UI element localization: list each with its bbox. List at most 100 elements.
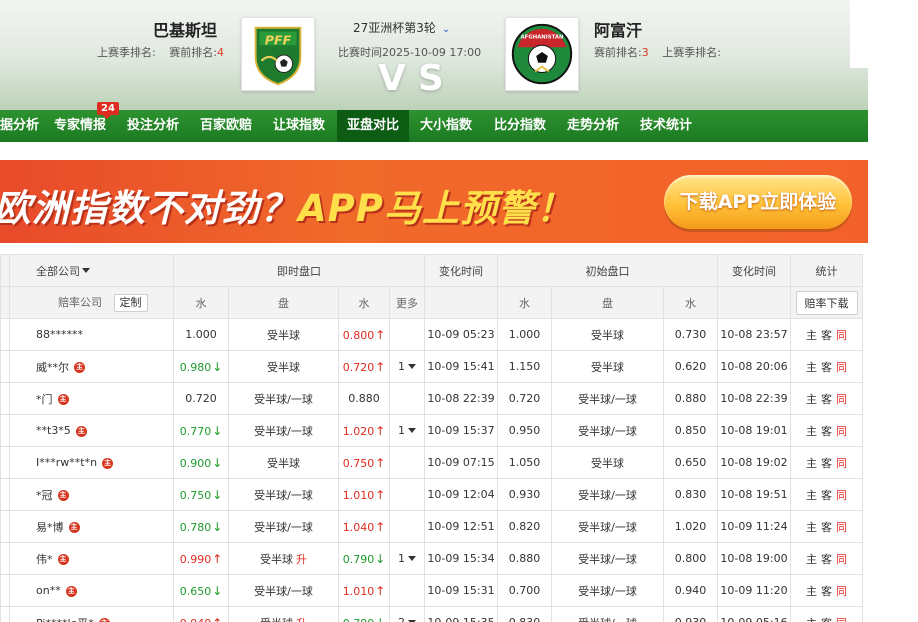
- stats-away-link[interactable]: 客: [821, 617, 832, 622]
- live-water-home[interactable]: 0.980↓: [173, 350, 229, 383]
- stats-away-link[interactable]: 客: [821, 553, 832, 566]
- nav-item-over-under[interactable]: 大小指数: [413, 110, 479, 142]
- live-water-away[interactable]: 1.040↑: [338, 510, 390, 543]
- live-handicap[interactable]: 受半球: [228, 350, 339, 383]
- live-water-away[interactable]: 1.020↑: [338, 414, 390, 447]
- stats-away-link[interactable]: 客: [821, 361, 832, 374]
- away-team-name[interactable]: 阿富汗: [594, 17, 642, 41]
- live-water-away[interactable]: 0.720↑: [338, 350, 390, 383]
- stats-same-link[interactable]: 同: [836, 521, 847, 534]
- stats-home-link[interactable]: 主: [806, 361, 817, 374]
- company-cell[interactable]: 威**尔主: [9, 350, 174, 383]
- stats-same-link[interactable]: 同: [836, 489, 847, 502]
- stats-home-link[interactable]: 主: [806, 329, 817, 342]
- live-water-home[interactable]: 0.940↑: [173, 606, 229, 622]
- more-cell[interactable]: 2: [389, 606, 425, 622]
- company-cell[interactable]: *冠主: [9, 478, 174, 511]
- stats-home-link[interactable]: 主: [806, 585, 817, 598]
- init-water-away: 0.850: [663, 414, 718, 447]
- live-water-away[interactable]: 1.010↑: [338, 478, 390, 511]
- nav-item-trend-analysis[interactable]: 走势分析: [560, 110, 626, 142]
- company-cell[interactable]: on** 主: [9, 574, 174, 607]
- live-water-away[interactable]: 0.790↓: [338, 542, 390, 575]
- company-cell[interactable]: 88******: [9, 318, 174, 351]
- live-handicap[interactable]: 受半球/一球: [228, 510, 339, 543]
- live-handicap[interactable]: 受半球升: [228, 606, 339, 622]
- company-cell[interactable]: *门主: [9, 382, 174, 415]
- stats-away-link[interactable]: 客: [821, 329, 832, 342]
- stats-same-link[interactable]: 同: [836, 393, 847, 406]
- live-handicap[interactable]: 受半球/一球: [228, 478, 339, 511]
- live-handicap[interactable]: 受半球/一球: [228, 382, 339, 415]
- nav-item-handicap-index[interactable]: 让球指数: [266, 110, 332, 142]
- live-handicap[interactable]: 受半球: [228, 318, 339, 351]
- more-cell[interactable]: 1: [389, 542, 425, 575]
- nav-item-tech-stats[interactable]: 技术统计: [633, 110, 699, 142]
- stats-same-link[interactable]: 同: [836, 425, 847, 438]
- odds-download-button[interactable]: 赔率下载: [795, 290, 858, 315]
- live-water-home[interactable]: 0.990↑: [173, 542, 229, 575]
- more-dropdown[interactable]: 1: [398, 552, 416, 565]
- live-water-away[interactable]: 1.010↑: [338, 574, 390, 607]
- nav-item-score-index[interactable]: 比分指数: [487, 110, 553, 142]
- live-water-away[interactable]: 0.750↑: [338, 446, 390, 479]
- more-dropdown[interactable]: 2: [398, 616, 416, 622]
- app-promo-banner[interactable]: 欧洲指数不对劲？APP马上预警！ 下载APP立即体验: [0, 160, 868, 243]
- stats-home-link[interactable]: 主: [806, 457, 817, 470]
- stats-away-link[interactable]: 客: [821, 521, 832, 534]
- stats-away-link[interactable]: 客: [821, 457, 832, 470]
- live-water-home[interactable]: 0.720: [173, 382, 229, 415]
- more-dropdown[interactable]: 1: [398, 424, 416, 437]
- company-cell[interactable]: **t3*5 主: [9, 414, 174, 447]
- live-water-away[interactable]: 0.800↑: [338, 318, 390, 351]
- stats-away-link[interactable]: 客: [821, 425, 832, 438]
- live-water-home[interactable]: 0.900↓: [173, 446, 229, 479]
- nav-item-betting-analysis[interactable]: 投注分析: [120, 110, 186, 142]
- stats-home-link[interactable]: 主: [806, 425, 817, 438]
- company-cell[interactable]: 伟* 主: [9, 542, 174, 575]
- stats-away-link[interactable]: 客: [821, 585, 832, 598]
- stats-same-link[interactable]: 同: [836, 617, 847, 622]
- live-handicap[interactable]: 受半球/一球: [228, 414, 339, 447]
- home-team-logo[interactable]: PFF: [241, 17, 315, 91]
- live-handicap[interactable]: 受半球升: [228, 542, 339, 575]
- stats-home-link[interactable]: 主: [806, 553, 817, 566]
- live-water-home[interactable]: 0.780↓: [173, 510, 229, 543]
- stats-home-link[interactable]: 主: [806, 521, 817, 534]
- stats-same-link[interactable]: 同: [836, 329, 847, 342]
- live-water-home[interactable]: 0.770↓: [173, 414, 229, 447]
- company-cell[interactable]: I***rw**t*n 主: [9, 446, 174, 479]
- stats-away-link[interactable]: 客: [821, 393, 832, 406]
- company-cell[interactable]: Pi****le平* 主: [9, 606, 174, 622]
- stats-same-link[interactable]: 同: [836, 553, 847, 566]
- live-handicap[interactable]: 受半球: [228, 446, 339, 479]
- away-team-logo[interactable]: AFGHANISTAN: [505, 17, 579, 91]
- live-water-home[interactable]: 0.650↓: [173, 574, 229, 607]
- live-water-away[interactable]: 0.790↓: [338, 606, 390, 622]
- live-water-home[interactable]: 0.750↓: [173, 478, 229, 511]
- stats-same-link[interactable]: 同: [836, 457, 847, 470]
- stats-home-link[interactable]: 主: [806, 617, 817, 622]
- nav-item-data-analysis[interactable]: 据分析: [0, 110, 39, 142]
- live-water-home[interactable]: 1.000: [173, 318, 229, 351]
- match-round-selector[interactable]: 27亚洲杯第3轮 ⌄: [353, 19, 450, 36]
- stats-same-link[interactable]: 同: [836, 361, 847, 374]
- company-cell[interactable]: 易*博主: [9, 510, 174, 543]
- more-cell[interactable]: 1: [389, 350, 425, 383]
- customize-button[interactable]: 定制: [113, 293, 148, 312]
- stats-same-link[interactable]: 同: [836, 585, 847, 598]
- init-water-home: 0.880: [497, 542, 552, 575]
- stats-away-link[interactable]: 客: [821, 489, 832, 502]
- home-team-name[interactable]: 巴基斯坦: [153, 17, 217, 41]
- stats-home-link[interactable]: 主: [806, 393, 817, 406]
- header-blank-2: [717, 286, 791, 319]
- company-filter-dropdown[interactable]: 全部公司: [9, 254, 174, 287]
- download-app-button[interactable]: 下载APP立即体验: [664, 175, 852, 229]
- more-dropdown[interactable]: 1: [398, 360, 416, 373]
- live-water-away[interactable]: 0.880: [338, 382, 390, 415]
- more-cell[interactable]: 1: [389, 414, 425, 447]
- stats-home-link[interactable]: 主: [806, 489, 817, 502]
- nav-item-euro-odds[interactable]: 百家欧赔: [193, 110, 259, 142]
- nav-item-asian-handicap[interactable]: 亚盘对比: [337, 110, 409, 142]
- live-handicap[interactable]: 受半球/一球: [228, 574, 339, 607]
